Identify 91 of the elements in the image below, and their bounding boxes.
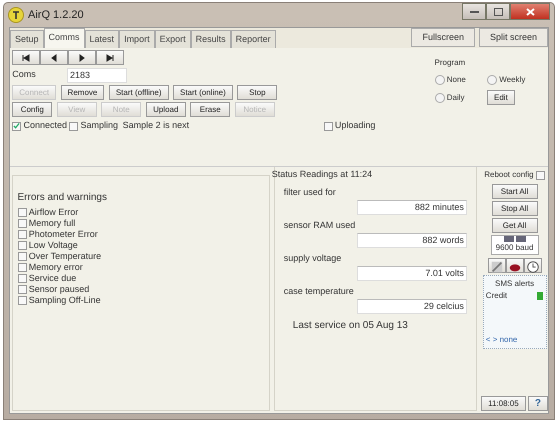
skip-start-icon: [21, 53, 32, 64]
reading-label: sensor RAM used: [284, 219, 356, 232]
maximize-icon: [494, 8, 502, 16]
tab[interactable]: Setup: [10, 30, 44, 48]
tab[interactable]: Import: [119, 30, 155, 48]
radio-label: Daily: [446, 92, 465, 104]
section-title: Status Readings at 11:24: [272, 168, 374, 181]
checkbox[interactable]: [536, 170, 545, 180]
radio-label: None: [446, 74, 466, 86]
checkbox[interactable]: [18, 274, 26, 283]
triangle-left-icon: [49, 53, 60, 64]
maximize-button[interactable]: [486, 3, 510, 20]
edit-button[interactable]: Edit: [487, 90, 515, 105]
reading-label: supply voltage: [284, 252, 342, 265]
first-button[interactable]: [12, 50, 40, 66]
credit-label: Credit: [486, 290, 508, 302]
triangle-right-icon: [77, 53, 88, 64]
action-button[interactable]: Start (offline): [108, 84, 168, 100]
split-screen-button[interactable]: Split screen: [478, 28, 548, 47]
reading-field[interactable]: 7.01 volts: [357, 266, 468, 280]
last-button[interactable]: [96, 50, 124, 66]
checkbox[interactable]: [324, 122, 333, 130]
sms-nav[interactable]: < > none: [486, 334, 544, 346]
clock-icon[interactable]: [524, 258, 542, 272]
tab[interactable]: Results: [190, 30, 231, 48]
action-button[interactable]: Config: [12, 102, 52, 117]
reading-field[interactable]: 29 celcius: [357, 298, 468, 314]
action-button[interactable]: Erase: [190, 102, 230, 117]
skip-end-icon: [105, 53, 116, 64]
app-icon: [8, 7, 24, 23]
close-button[interactable]: [510, 3, 550, 20]
checkbox-label: Photometer Error: [28, 228, 98, 240]
close-icon: [526, 8, 534, 16]
reading-field[interactable]: 882 minutes: [357, 200, 468, 214]
action-button[interactable]: Upload: [146, 102, 186, 117]
fullscreen-button[interactable]: Fullscreen: [411, 28, 475, 47]
time-field: 11:08:05: [481, 396, 526, 411]
sms-title: SMS alerts: [494, 278, 536, 290]
checkbox[interactable]: [18, 230, 26, 239]
section-title: Errors and warnings: [18, 190, 108, 204]
group-title: Program: [434, 57, 466, 69]
minimize-button[interactable]: [462, 3, 486, 20]
tab[interactable]: Reporter: [230, 30, 276, 48]
help-button[interactable]: ?: [528, 396, 548, 411]
side-button[interactable]: Start All: [492, 184, 538, 198]
checkbox[interactable]: [18, 240, 26, 250]
checkbox-label: Service due: [28, 272, 76, 284]
checkbox[interactable]: [18, 296, 26, 305]
checkbox[interactable]: [18, 284, 26, 294]
checkbox[interactable]: [18, 262, 26, 272]
checkbox-label: Sampling: [80, 119, 118, 132]
checkbox-label: Memory error: [28, 261, 83, 274]
checkbox-label: Sensor paused: [28, 282, 90, 296]
action-button[interactable]: Remove: [60, 84, 104, 100]
action-button[interactable]: Stop: [237, 84, 278, 100]
checkbox[interactable]: [18, 252, 26, 261]
reading-label: case temperature: [284, 285, 355, 298]
checkbox-label: Connected: [24, 119, 68, 132]
tools-icon[interactable]: [488, 258, 506, 272]
reading-field[interactable]: 882 words: [357, 232, 468, 248]
side-button[interactable]: Get All: [492, 218, 538, 233]
checkbox[interactable]: [18, 208, 26, 217]
checkbox[interactable]: [18, 218, 26, 228]
checkbox[interactable]: [12, 122, 22, 130]
radio-button[interactable]: [434, 92, 444, 102]
sample-note: Sample 2 is next: [122, 119, 190, 132]
reading-label: filter used for: [284, 186, 337, 199]
checkbox-label: Over Temperature: [28, 250, 102, 263]
last-service: Last service on 05 Aug 13: [292, 319, 409, 333]
next-button[interactable]: [68, 50, 96, 66]
previous-button[interactable]: [40, 50, 68, 66]
checkbox-label: Reboot config: [484, 169, 534, 182]
radio-button[interactable]: [434, 74, 444, 84]
side-button[interactable]: Stop All: [492, 200, 538, 216]
checkbox-label: Memory full: [28, 216, 76, 230]
tab[interactable]: Latest: [84, 30, 120, 48]
checkbox[interactable]: [69, 122, 78, 130]
minimize-icon: [470, 10, 478, 13]
checkbox-label: Airflow Error: [28, 206, 78, 218]
port-field[interactable]: 2183: [66, 68, 127, 82]
tab[interactable]: Export: [154, 30, 191, 48]
checkbox-label: Sampling Off-Line: [28, 294, 101, 307]
checkbox-label: Uploading: [334, 119, 376, 132]
radio-button[interactable]: [487, 74, 497, 84]
tab[interactable]: Comms: [44, 28, 85, 48]
action-button[interactable]: Start (online): [173, 84, 233, 100]
port-label: Coms: [12, 68, 37, 82]
window-title: AirQ 1.2.20: [28, 8, 84, 23]
checkbox-label: Low Voltage: [28, 238, 78, 252]
radio-label: Weekly: [499, 74, 526, 86]
baud-rate: 9600 baud: [496, 242, 534, 254]
